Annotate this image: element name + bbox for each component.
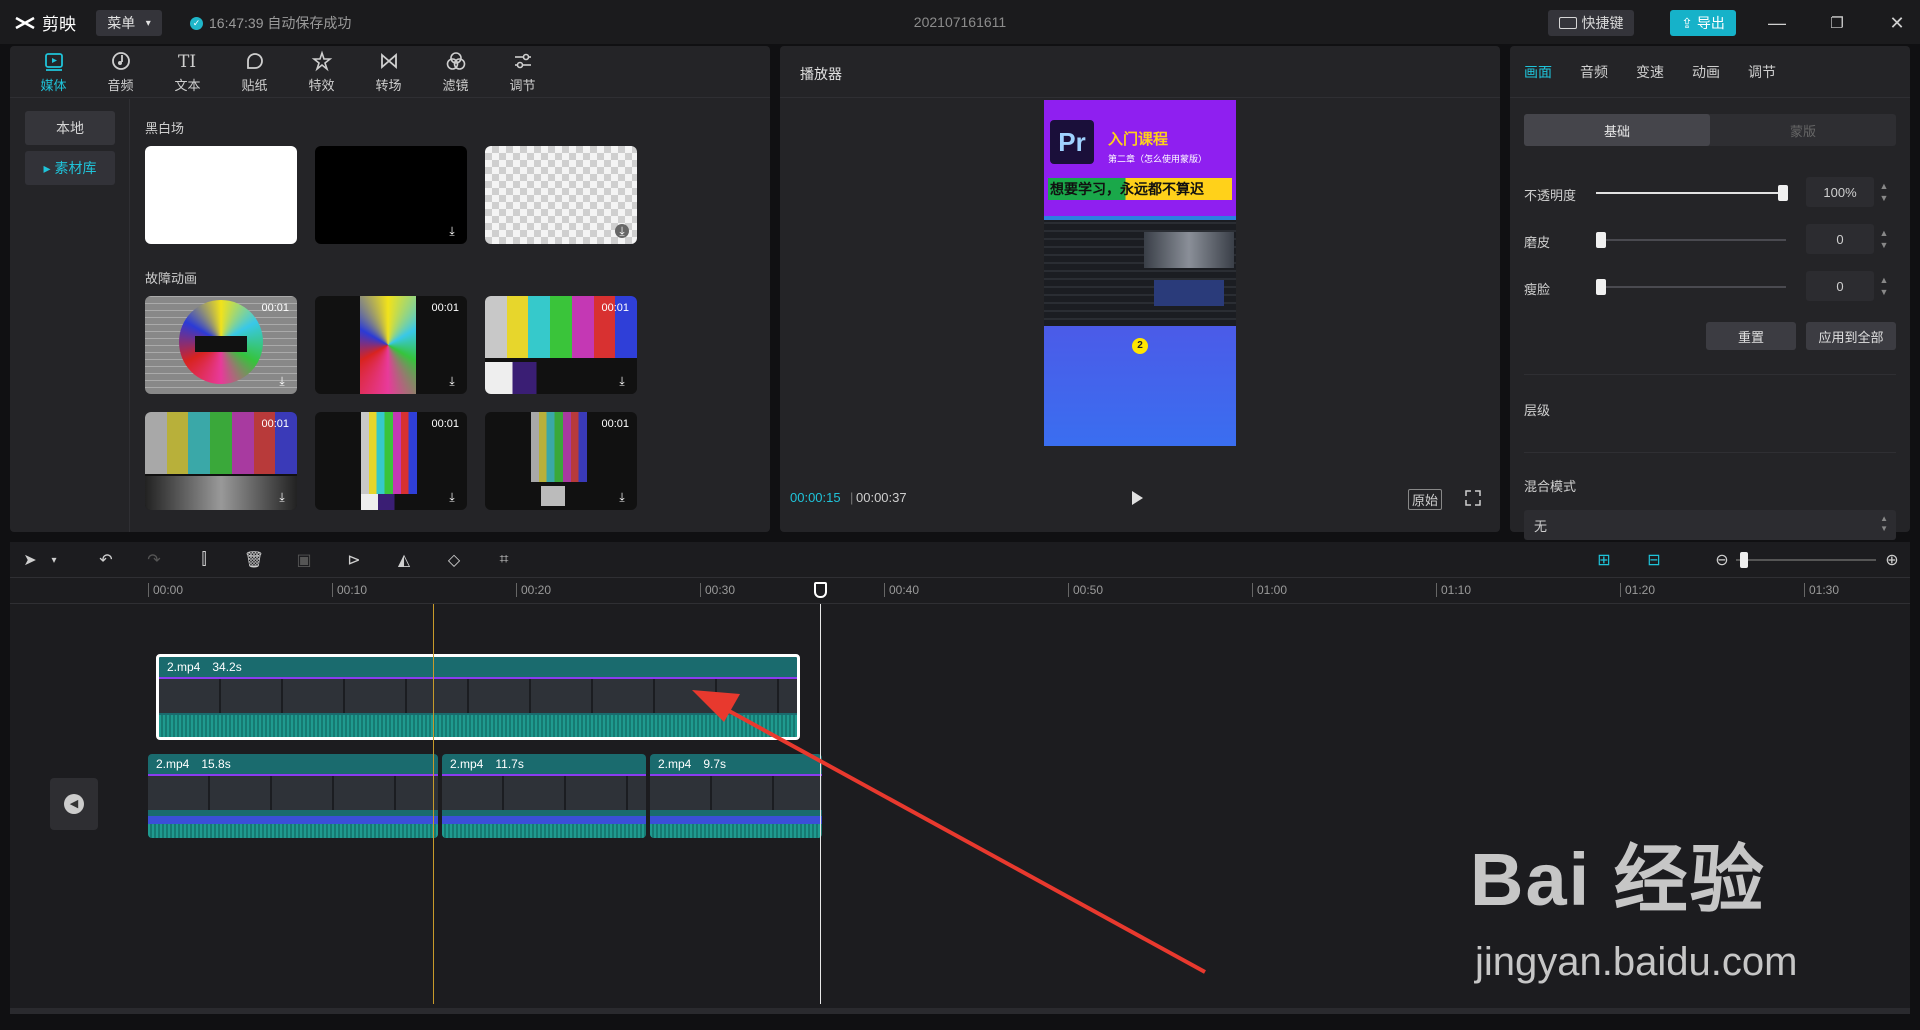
baidu-watermark: Bai 经验 (1470, 838, 1766, 921)
baidu-watermark-url: jingyan.baidu.com (1475, 940, 1798, 984)
